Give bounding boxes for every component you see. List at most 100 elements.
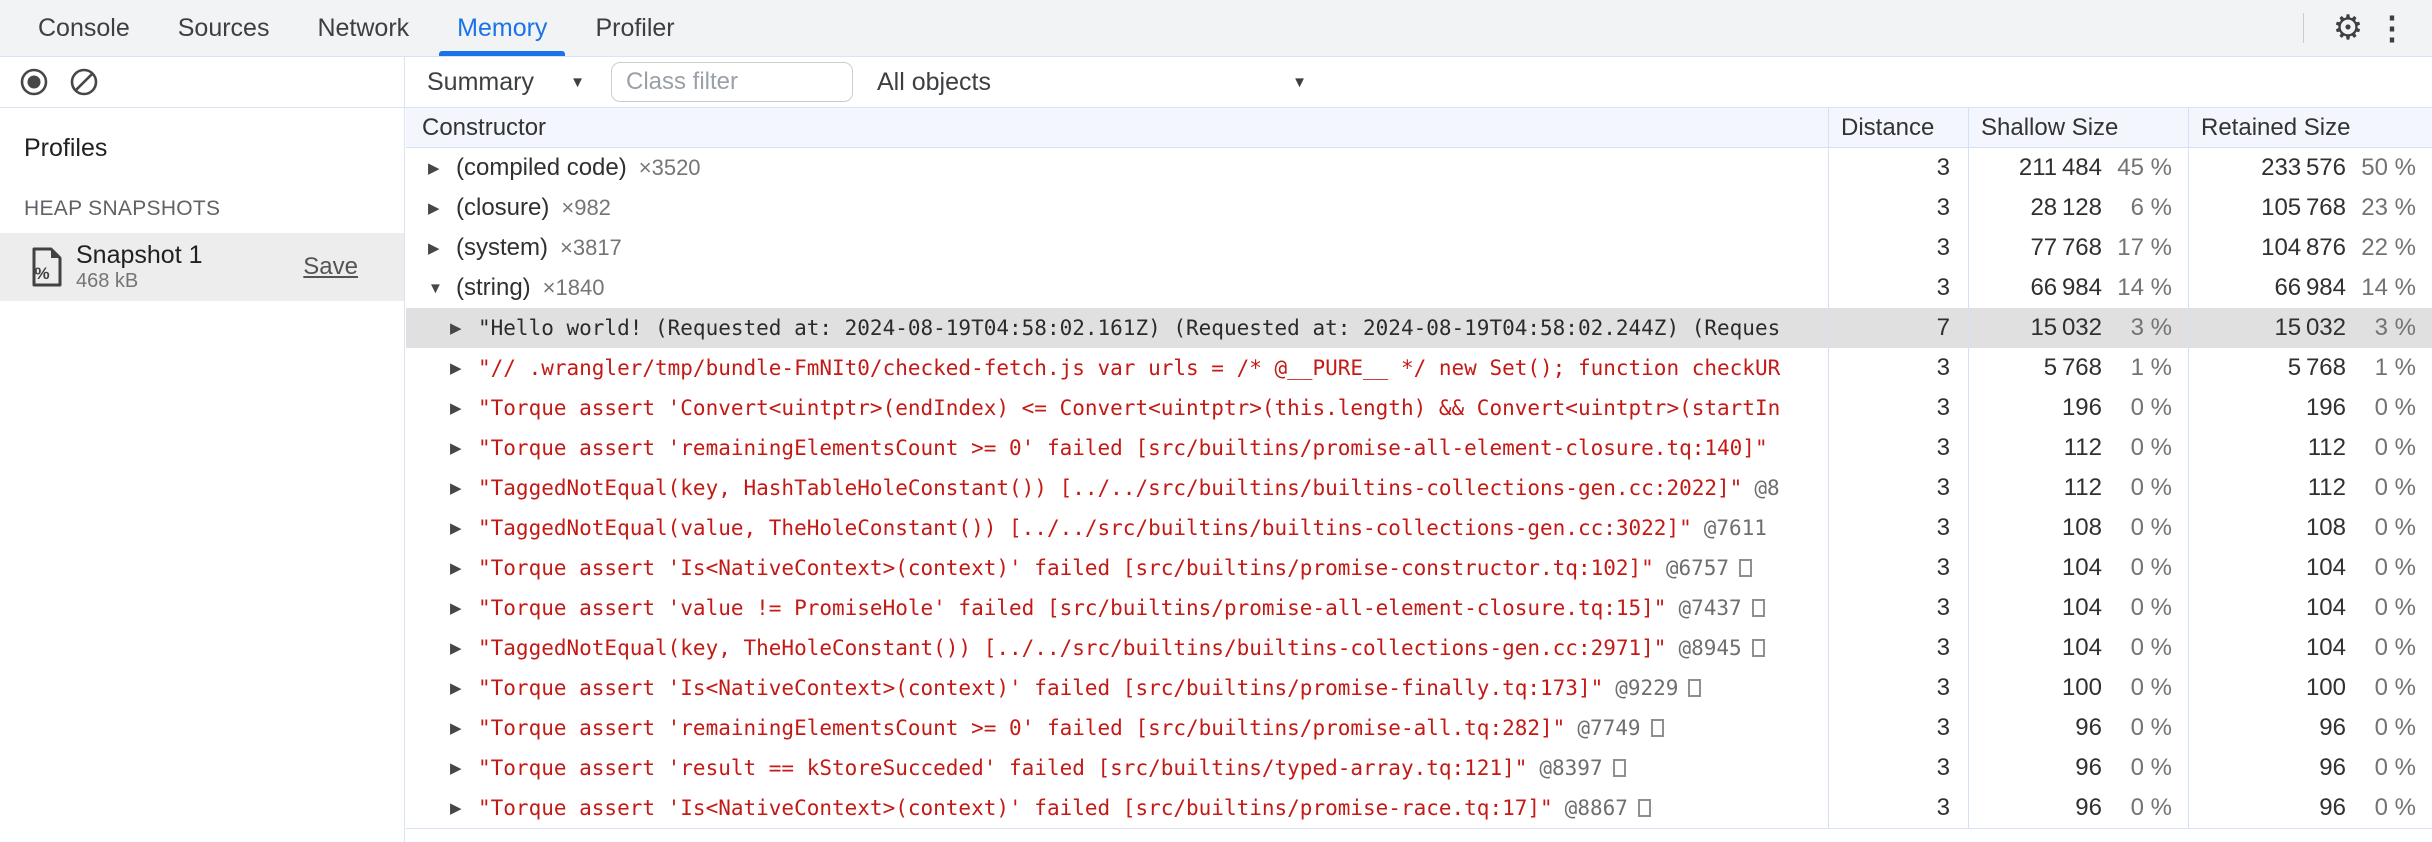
heap-string-row[interactable]: ▶ "Hello world! (Requested at: 2024-08-19… (406, 308, 2432, 348)
collapsed-arrow-icon[interactable]: ▶ (450, 399, 470, 417)
memory-toolbar: Summary ▼ All objects ▼ (0, 57, 2432, 108)
shallow-size-percent: 0 % (2130, 394, 2172, 421)
perspective-value: Summary (427, 67, 534, 96)
tab-sources[interactable]: Sources (154, 0, 294, 56)
instance-count: ×1840 (542, 275, 605, 300)
take-snapshot-button[interactable] (16, 64, 52, 100)
shallow-size-percent: 0 % (2130, 434, 2172, 461)
shallow-size-percent: 0 % (2130, 634, 2172, 661)
heap-category-row[interactable]: ▼ (string) ×1840 3 66 984 14 % 66 984 14 % (406, 268, 2432, 308)
constructor-cell: ▶ "Torque assert 'Is<NativeContext>(conte… (406, 788, 1828, 828)
shallow-size-value: 196 (2061, 394, 2102, 421)
collapsed-arrow-icon[interactable]: ▶ (428, 239, 448, 257)
heap-string-row[interactable]: ▶ "Torque assert 'Is<NativeContext>(conte… (406, 548, 2432, 588)
clear-icon (70, 68, 98, 96)
heap-string-row[interactable]: ▶ "Torque assert 'remainingElementsCount … (406, 428, 2432, 468)
collapsed-arrow-icon[interactable]: ▶ (450, 439, 470, 457)
collapsed-arrow-icon[interactable]: ▶ (450, 559, 470, 577)
collapsed-arrow-icon[interactable]: ▶ (450, 719, 470, 737)
heap-category-row[interactable]: ▶ (compiled code) ×3520 3 211 484 45 % 233 576… (406, 148, 2432, 188)
heap-string-row[interactable]: ▶ "Torque assert 'Is<NativeContext>(conte… (406, 788, 2432, 828)
distance-value: 3 (1828, 148, 1968, 188)
distance-value: 3 (1828, 388, 1968, 428)
heap-string-row[interactable]: ▶ "TaggedNotEqual(value, TheHoleConstant(… (406, 508, 2432, 548)
column-header-constructor[interactable]: Constructor (406, 108, 1828, 147)
profiles-heading: Profiles (24, 134, 108, 162)
save-snapshot-link[interactable]: Save (303, 253, 388, 281)
column-header-retained-size[interactable]: Retained Size (2188, 108, 2432, 147)
object-id: @7611 (1703, 516, 1767, 540)
shallow-size-value: 104 (2061, 634, 2102, 661)
shallow-size-cell: 100 0 % (1968, 668, 2188, 708)
collapsed-arrow-icon[interactable]: ▶ (450, 319, 470, 337)
constructor-cell: ▶ "TaggedNotEqual(key, TheHoleConstant())… (406, 628, 1828, 668)
tab-network[interactable]: Network (293, 0, 433, 56)
tab-memory[interactable]: Memory (433, 0, 571, 56)
retained-size-percent: 0 % (2374, 714, 2416, 741)
distance-value: 3 (1828, 188, 1968, 228)
object-ref-icon (1739, 559, 1753, 577)
heap-string-row[interactable]: ▶ "TaggedNotEqual(key, TheHoleConstant())… (406, 628, 2432, 668)
shallow-size-cell: 104 0 % (1968, 628, 2188, 668)
retained-size-percent: 0 % (2374, 514, 2416, 541)
heap-string-row[interactable]: ▶ "TaggedNotEqual(key, HashTableHoleConst… (406, 468, 2432, 508)
object-id: @6757 (1665, 556, 1730, 580)
collapsed-arrow-icon[interactable]: ▶ (450, 799, 470, 817)
string-preview: "Torque assert 'Convert<uintptr>(endInde… (478, 396, 1781, 420)
constructor-cell: ▶ "Torque assert 'Is<NativeContext>(conte… (406, 668, 1828, 708)
shallow-size-cell: 5 768 1 % (1968, 348, 2188, 388)
collapsed-arrow-icon[interactable]: ▶ (450, 359, 470, 377)
distance-value: 3 (1828, 708, 1968, 748)
shallow-size-cell: 77 768 17 % (1968, 228, 2188, 268)
grid-body: ▶ (compiled code) ×3520 3 211 484 45 % 233 576… (406, 148, 2432, 829)
collapsed-arrow-icon[interactable]: ▶ (450, 519, 470, 537)
heap-string-row[interactable]: ▶ "Torque assert 'remainingElementsCount … (406, 708, 2432, 748)
chevron-down-icon: ▼ (1292, 73, 1307, 91)
shallow-size-value: 112 (2063, 434, 2102, 461)
heap-snapshot-file-icon: % (32, 247, 62, 287)
string-preview: "Torque assert 'value != PromiseHole' fa… (478, 596, 1667, 620)
shallow-size-cell: 66 984 14 % (1968, 268, 2188, 308)
shallow-size-percent: 45 % (2117, 154, 2172, 181)
string-preview: "TaggedNotEqual(key, HashTableHoleConsta… (478, 476, 1743, 500)
collapsed-arrow-icon[interactable]: ▶ (450, 639, 470, 657)
class-filter-input[interactable] (611, 62, 853, 102)
collapsed-arrow-icon[interactable]: ▶ (428, 159, 448, 177)
retained-size-value: 108 (2305, 514, 2346, 541)
constructor-cell: ▶ "Torque assert 'remainingElementsCount … (406, 708, 1828, 748)
heap-string-row[interactable]: ▶ "Torque assert 'result == kStoreSuccede… (406, 748, 2432, 788)
retained-size-value: 104 (2305, 594, 2346, 621)
clear-profiles-button[interactable] (66, 64, 102, 100)
tab-label: Network (317, 13, 410, 42)
grid-header-row: Constructor Distance Shallow Size Retain… (406, 108, 2432, 148)
retained-size-percent: 23 % (2361, 194, 2416, 221)
tab-console[interactable]: Console (14, 0, 154, 56)
heap-string-row[interactable]: ▶ "Torque assert 'Convert<uintptr>(endInd… (406, 388, 2432, 428)
retained-size-value: 5 768 (2287, 354, 2346, 381)
more-options-button[interactable]: ⋮ (2370, 6, 2414, 50)
heap-string-row[interactable]: ▶ "// .wrangler/tmp/bundle-FmNIt0/checked… (406, 348, 2432, 388)
collapsed-arrow-icon[interactable]: ▶ (450, 679, 470, 697)
expanded-arrow-icon[interactable]: ▼ (428, 280, 448, 297)
retained-size-percent: 1 % (2374, 354, 2416, 381)
retained-size-cell: 233 576 50 % (2188, 148, 2432, 188)
heap-string-row[interactable]: ▶ "Torque assert 'Is<NativeContext>(conte… (406, 668, 2432, 708)
collapsed-arrow-icon[interactable]: ▶ (428, 199, 448, 217)
tab-profiler[interactable]: Profiler (571, 0, 698, 56)
shallow-size-value: 104 (2061, 554, 2102, 581)
snapshot-size: 468 kB (76, 270, 139, 293)
column-header-shallow-size[interactable]: Shallow Size (1968, 108, 2188, 147)
collapsed-arrow-icon[interactable]: ▶ (450, 759, 470, 777)
collapsed-arrow-icon[interactable]: ▶ (450, 599, 470, 617)
heap-category-row[interactable]: ▶ (system) ×3817 3 77 768 17 % 104 876 22 % (406, 228, 2432, 268)
sidebar-item-snapshot-1[interactable]: % Snapshot 1 468 kB Save (0, 233, 404, 301)
settings-button[interactable]: ⚙ (2326, 6, 2370, 50)
objects-scope-select[interactable]: All objects ▼ (867, 62, 1317, 102)
perspective-select[interactable]: Summary ▼ (417, 62, 595, 102)
heap-string-row[interactable]: ▶ "Torque assert 'value != PromiseHole' f… (406, 588, 2432, 628)
retained-size-value: 96 (2319, 754, 2346, 781)
constructor-cell: ▶ "// .wrangler/tmp/bundle-FmNIt0/checked… (406, 348, 1828, 388)
heap-category-row[interactable]: ▶ (closure) ×982 3 28 128 6 % 105 768 23 % (406, 188, 2432, 228)
column-header-distance[interactable]: Distance (1828, 108, 1968, 147)
collapsed-arrow-icon[interactable]: ▶ (450, 479, 470, 497)
